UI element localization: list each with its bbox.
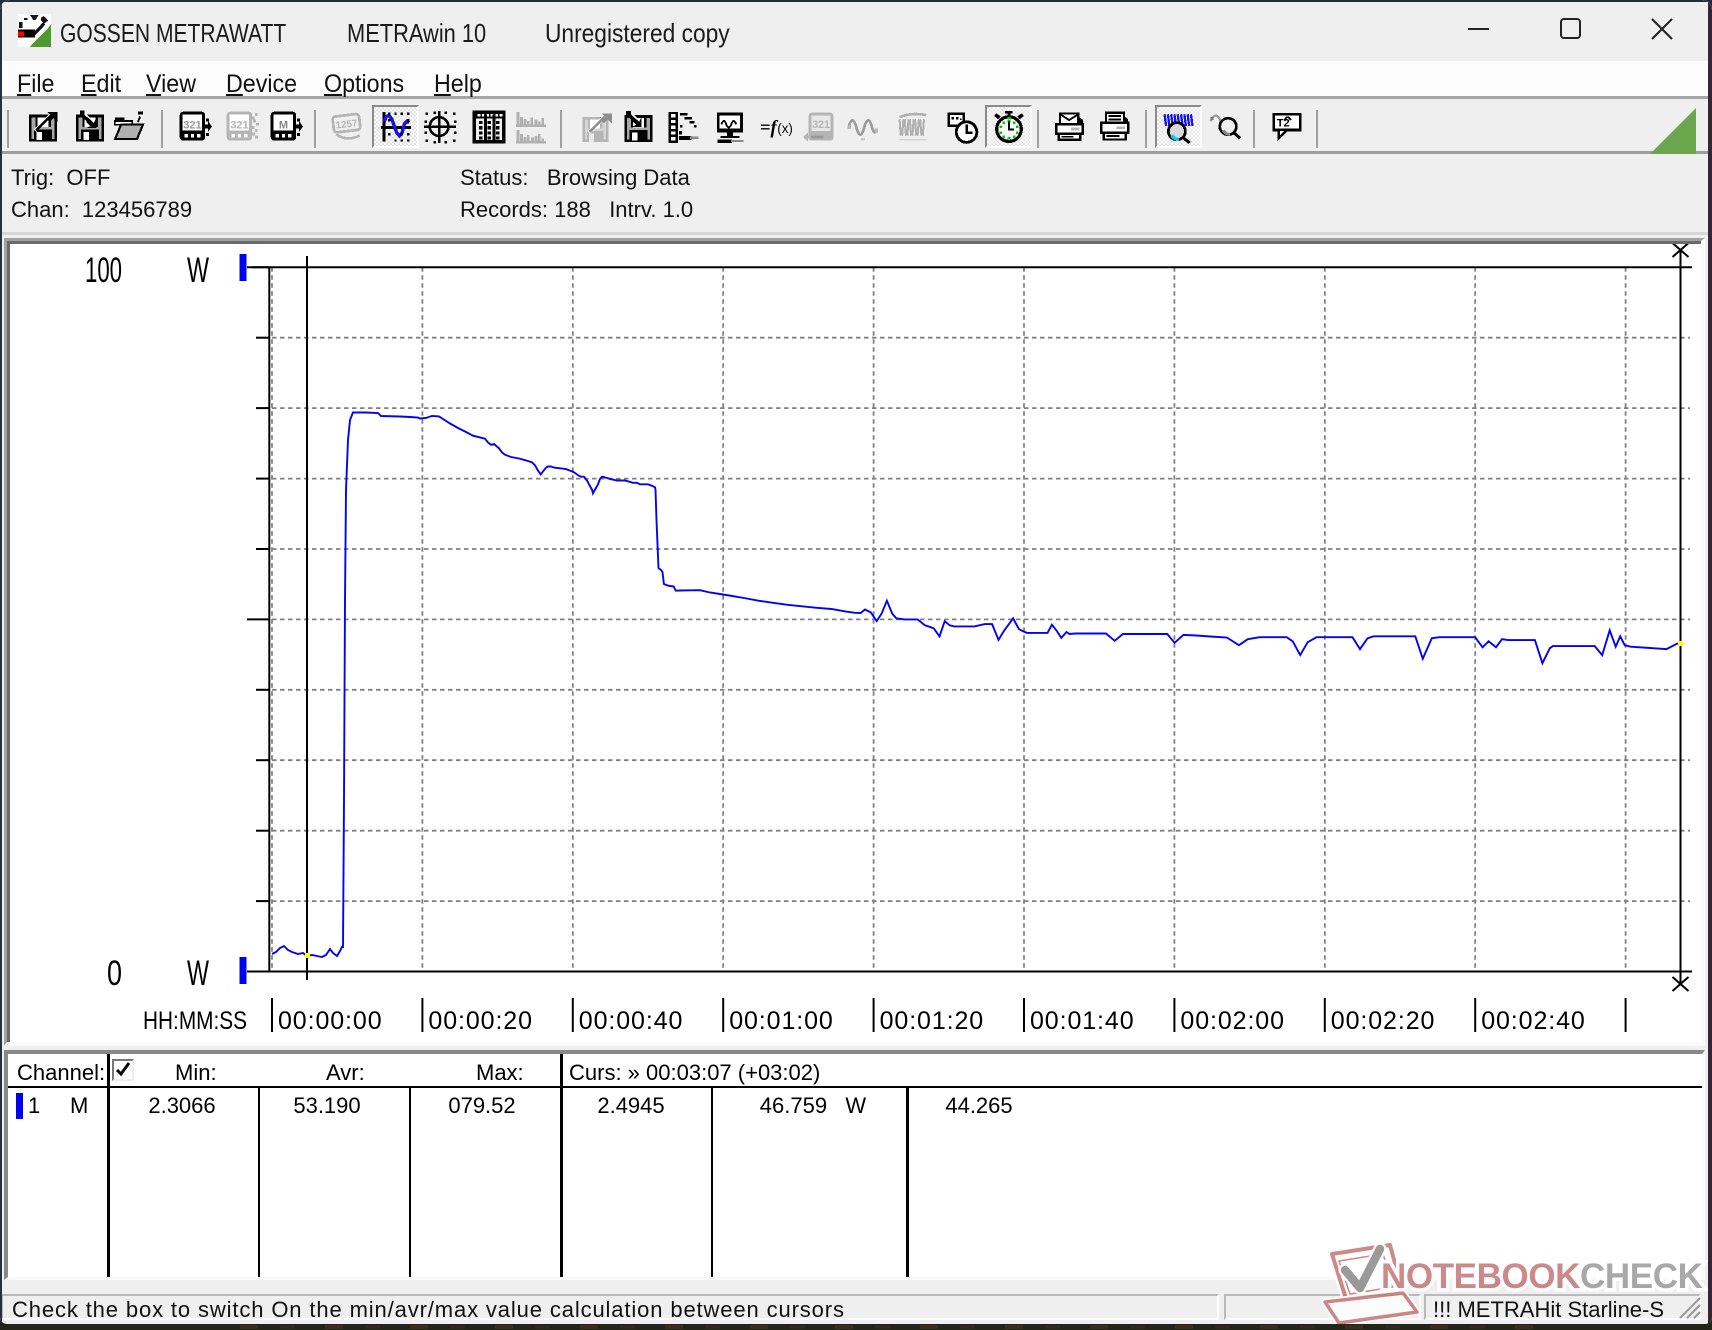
svg-text:00:01:20: 00:01:20 — [880, 1007, 985, 1035]
svg-text:00:02:20: 00:02:20 — [1331, 1007, 1436, 1035]
svg-text:321: 321 — [183, 119, 201, 131]
svg-text:NOTEBOOKCHECK: NOTEBOOKCHECK — [1381, 1257, 1703, 1296]
svg-text:=f: =f — [760, 118, 779, 139]
svg-text:00:00:00: 00:00:00 — [278, 1007, 383, 1035]
svg-text:00:02:00: 00:02:00 — [1180, 1007, 1285, 1035]
svg-text:T2: T2 — [1277, 117, 1290, 129]
svg-text:00:00:20: 00:00:20 — [428, 1007, 533, 1035]
svg-text:HH:MM:SS: HH:MM:SS — [143, 1007, 247, 1035]
svg-text:00:02:40: 00:02:40 — [1481, 1007, 1586, 1035]
svg-text:0: 0 — [107, 954, 122, 993]
svg-text:100: 100 — [85, 251, 122, 290]
svg-text:W: W — [187, 954, 209, 993]
svg-text:00:01:40: 00:01:40 — [1030, 1007, 1135, 1035]
svg-text:321: 321 — [812, 119, 830, 131]
svg-text:W: W — [187, 251, 209, 290]
svg-text:M: M — [279, 119, 288, 131]
svg-text:00:01:00: 00:01:00 — [729, 1007, 834, 1035]
svg-text:(x): (x) — [777, 121, 793, 136]
svg-text:321: 321 — [230, 119, 248, 131]
svg-text:00:00:40: 00:00:40 — [579, 1007, 684, 1035]
